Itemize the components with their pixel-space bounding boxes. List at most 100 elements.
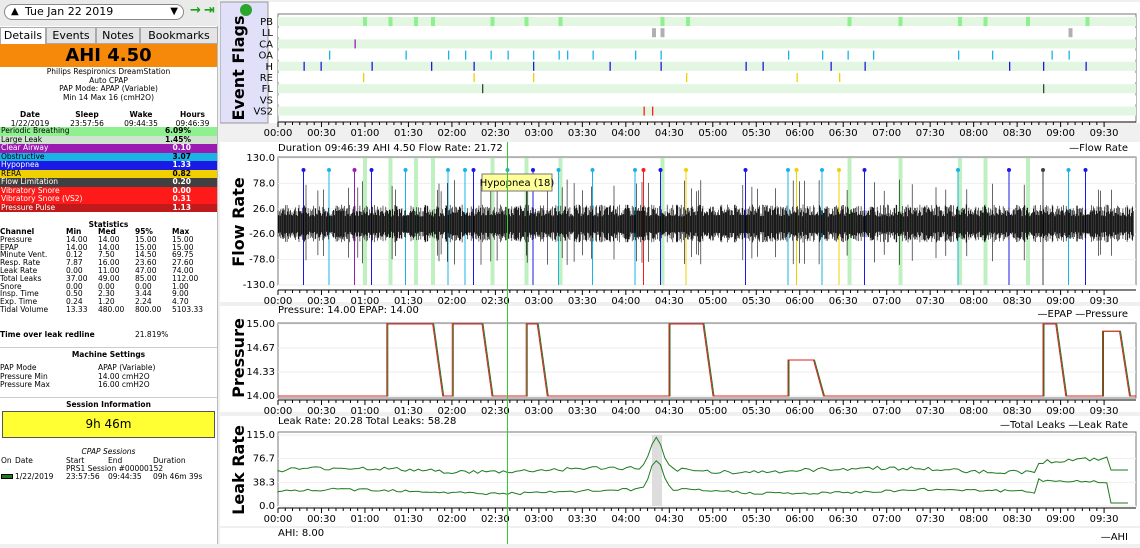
- time-tick-label: 02:30: [481, 128, 510, 139]
- flag-mark: [329, 50, 331, 60]
- time-tick-label: 09:00: [1046, 406, 1075, 417]
- time-tick-label: 08:30: [1003, 296, 1032, 307]
- tab-notes[interactable]: Notes: [96, 27, 140, 44]
- time-tick-label: 04:00: [611, 406, 640, 417]
- flow-ytick: -26.0: [249, 229, 275, 240]
- time-tick-label: 03:00: [524, 406, 553, 417]
- session-checkbox[interactable]: [1, 474, 13, 479]
- leak-ytick: 115.0: [246, 430, 275, 441]
- flag-mark: [958, 50, 960, 60]
- date-picker[interactable]: ▲ Tue Jan 22 2019 ▼: [4, 4, 184, 20]
- time-tick-label: 08:30: [1003, 128, 1032, 139]
- flow-event-dot: [301, 168, 306, 172]
- flag-mark: [431, 17, 435, 26]
- triangle-up-icon[interactable]: ▲: [11, 5, 19, 19]
- time-tick-label: 09:30: [1090, 406, 1119, 417]
- flag-mark: [567, 50, 569, 60]
- flag-mark: [1009, 61, 1011, 71]
- pressure-ytick: 14.67: [246, 343, 275, 354]
- time-tick-label: 05:30: [742, 296, 771, 307]
- flag-mark: [1026, 17, 1030, 26]
- flag-row-label: RE: [260, 73, 273, 84]
- event-summary-list: Periodic Breathing 6.09% Large Leak 1.45% Cl…: [0, 126, 217, 212]
- flag-row-label: OA: [258, 51, 273, 62]
- flow-ytick: 26.0: [253, 204, 275, 215]
- time-tick-label: 05:00: [698, 296, 727, 307]
- flow-event-dot: [684, 168, 688, 172]
- flag-mark: [1051, 50, 1053, 60]
- event-label: Pressure Pulse: [1, 202, 56, 212]
- pressure-title: Pressure: [229, 318, 248, 398]
- flag-mark: [983, 17, 988, 26]
- flag-mark: [898, 17, 903, 26]
- cpap-sessions-title: CPAP Sessions: [81, 447, 136, 456]
- flag-row-label: CA: [259, 39, 273, 50]
- flag-mark: [558, 50, 560, 60]
- flag-mark: [873, 50, 875, 60]
- sleep-header: Sleep: [75, 110, 99, 119]
- arrow-right-icon[interactable]: →: [190, 3, 201, 18]
- event-row[interactable]: Pressure Pulse 1.13: [0, 202, 217, 212]
- ahi-banner: AHI 4.50: [0, 44, 217, 67]
- flow-event-dot: [403, 168, 408, 172]
- time-tick-label: 02:30: [481, 514, 510, 525]
- flag-mark: [473, 61, 475, 71]
- time-tick-label: 09:00: [1046, 128, 1075, 139]
- flag-mark: [830, 61, 832, 71]
- flag-row-label: H: [265, 62, 273, 73]
- redline-label: Time over leak redline: [0, 330, 95, 339]
- time-tick-label: 01:00: [351, 128, 380, 139]
- time-tick-label: 03:30: [568, 406, 597, 417]
- flag-mark: [490, 50, 492, 60]
- tab-details[interactable]: Details: [0, 27, 46, 44]
- flag-mark: [847, 17, 852, 26]
- time-tick-label: 08:30: [1003, 514, 1032, 525]
- time-tick-label: 07:00: [872, 128, 901, 139]
- date-col-header: Date: [15, 456, 33, 465]
- flag-mark: [864, 61, 866, 71]
- stats-cell: 800.00: [135, 304, 162, 314]
- stats-cell: 13.33: [66, 304, 88, 314]
- time-tick-label: 09:00: [1046, 296, 1075, 307]
- time-tick-label: 05:30: [742, 514, 771, 525]
- time-tick-label: 06:00: [785, 514, 814, 525]
- flag-mark: [473, 73, 475, 82]
- time-tick-label: 02:30: [481, 296, 510, 307]
- flow-event-dot: [794, 168, 799, 172]
- pressure-header: Pressure: 14.00 EPAP: 14.00: [278, 305, 419, 316]
- time-tick-label: 07:30: [916, 406, 945, 417]
- tab-events[interactable]: Events: [46, 27, 96, 44]
- flag-row-label: PB: [260, 17, 273, 28]
- flag-mark: [643, 106, 645, 116]
- arrow-end-icon[interactable]: ⇥: [204, 3, 215, 18]
- flag-row-label: FL: [262, 84, 274, 95]
- ahi-header: AHI: 8.00: [278, 528, 324, 539]
- flag-mark: [507, 50, 509, 60]
- triangle-down-icon[interactable]: ▼: [170, 5, 178, 19]
- time-tick-label: 07:00: [872, 514, 901, 525]
- time-tick-label: 05:30: [742, 406, 771, 417]
- flag-mark: [363, 73, 365, 82]
- session-date[interactable]: 1/22/2019: [15, 472, 53, 482]
- panel-bg-ahi: [220, 528, 1140, 544]
- time-tick-label: 03:30: [568, 296, 597, 307]
- time-tick-label: 01:30: [394, 128, 423, 139]
- flow-event-dot: [956, 168, 960, 172]
- leak-ytick: 76.7: [253, 454, 275, 465]
- tab-bookmarks[interactable]: Bookmarks: [140, 27, 218, 44]
- date-value: Tue Jan 22 2019: [25, 5, 114, 18]
- time-tick-label: 09:30: [1090, 514, 1119, 525]
- flag-mark: [686, 73, 688, 82]
- session-duration-value: 09h 46m 39s: [153, 472, 203, 481]
- time-tick-label: 00:00: [264, 128, 293, 139]
- pressure-range: Min 14 Max 16 (cmH2O): [62, 92, 155, 102]
- time-tick-label: 01:30: [394, 514, 423, 525]
- tab-bar: Details Events Notes Bookmarks: [0, 27, 218, 44]
- graphs-canvas[interactable]: Event FlagsFlow RatePressureLeak RatePBL…: [219, 0, 1140, 544]
- flag-mark: [609, 61, 611, 71]
- statistics-table: Channel Min Med 95% Max Pressure 14.00 14.00 15.…: [0, 228, 217, 314]
- flag-mark: [482, 84, 484, 94]
- time-tick-label: 05:00: [698, 406, 727, 417]
- time-tick-label: 08:00: [959, 406, 988, 417]
- flow-event-dot: [446, 168, 450, 172]
